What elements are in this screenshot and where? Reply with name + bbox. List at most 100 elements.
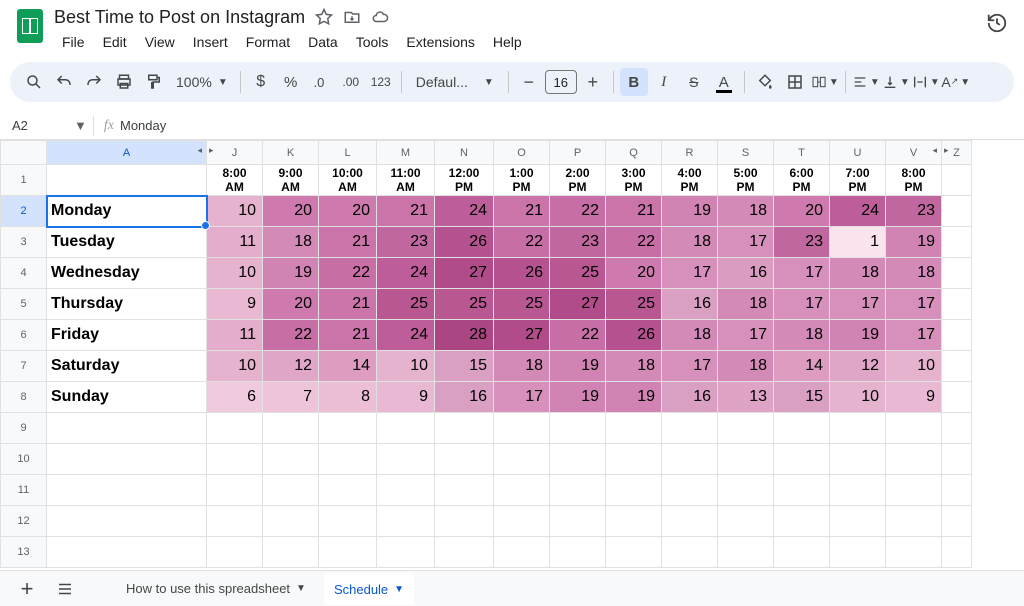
empty-cell[interactable] <box>662 506 718 537</box>
heatmap-cell[interactable]: 11 <box>207 227 263 258</box>
empty-cell[interactable] <box>886 413 942 444</box>
heatmap-cell[interactable]: 17 <box>830 289 886 320</box>
empty-cell[interactable] <box>47 537 207 568</box>
empty-cell[interactable] <box>718 475 774 506</box>
document-title[interactable]: Best Time to Post on Instagram <box>54 7 305 28</box>
day-cell[interactable]: Thursday <box>47 289 207 320</box>
empty-cell[interactable] <box>207 537 263 568</box>
col-header[interactable]: V◂ <box>886 141 942 165</box>
sheets-logo[interactable] <box>10 6 50 46</box>
menu-tools[interactable]: Tools <box>348 30 397 54</box>
heatmap-cell[interactable]: 19 <box>606 382 662 413</box>
undo-icon[interactable] <box>50 68 78 96</box>
empty-cell[interactable] <box>550 444 606 475</box>
sheet-tab-howto[interactable]: How to use this spreadsheet▼ <box>116 573 316 605</box>
print-icon[interactable] <box>110 68 138 96</box>
heatmap-cell[interactable]: 21 <box>377 196 435 227</box>
empty-cell[interactable] <box>662 537 718 568</box>
heatmap-cell[interactable]: 14 <box>774 351 830 382</box>
move-icon[interactable] <box>343 8 361 26</box>
heatmap-cell[interactable]: 23 <box>886 196 942 227</box>
heatmap-cell[interactable]: 15 <box>774 382 830 413</box>
empty-cell[interactable] <box>606 413 662 444</box>
heatmap-cell[interactable]: 17 <box>662 351 718 382</box>
name-box-dropdown[interactable]: ▼ <box>74 118 87 133</box>
heatmap-cell[interactable]: 24 <box>830 196 886 227</box>
heatmap-cell[interactable]: 23 <box>377 227 435 258</box>
v-align-button[interactable]: ▼ <box>882 68 910 96</box>
heatmap-cell[interactable]: 28 <box>435 320 494 351</box>
heatmap-cell[interactable]: 19 <box>550 351 606 382</box>
font-size-input[interactable]: 16 <box>545 70 577 94</box>
empty-cell[interactable] <box>606 444 662 475</box>
empty-cell[interactable] <box>435 444 494 475</box>
bold-button[interactable]: B <box>620 68 648 96</box>
empty-cell[interactable] <box>886 475 942 506</box>
heatmap-cell[interactable]: 18 <box>263 227 319 258</box>
heatmap-cell[interactable]: 16 <box>662 289 718 320</box>
empty-cell[interactable] <box>263 537 319 568</box>
time-header[interactable]: 8:00 PM <box>886 165 942 196</box>
col-header[interactable]: R <box>662 141 718 165</box>
menu-insert[interactable]: Insert <box>185 30 236 54</box>
heatmap-cell[interactable]: 22 <box>606 227 662 258</box>
borders-button[interactable] <box>781 68 809 96</box>
heatmap-cell[interactable]: 17 <box>886 320 942 351</box>
col-header[interactable]: Q <box>606 141 662 165</box>
menu-edit[interactable]: Edit <box>95 30 135 54</box>
heatmap-cell[interactable]: 21 <box>606 196 662 227</box>
empty-cell[interactable] <box>606 475 662 506</box>
heatmap-cell[interactable]: 17 <box>774 258 830 289</box>
time-header[interactable]: 1:00 PM <box>494 165 550 196</box>
row-header[interactable]: 8 <box>1 382 47 413</box>
row-header[interactable]: 7 <box>1 351 47 382</box>
empty-cell[interactable] <box>886 444 942 475</box>
empty-cell[interactable] <box>207 413 263 444</box>
time-header[interactable]: 2:00 PM <box>550 165 606 196</box>
heatmap-cell[interactable]: 18 <box>886 258 942 289</box>
time-header[interactable]: 9:00 AM <box>263 165 319 196</box>
heatmap-cell[interactable]: 24 <box>435 196 494 227</box>
all-sheets-button[interactable] <box>50 574 80 604</box>
heatmap-cell[interactable]: 14 <box>319 351 377 382</box>
empty-cell[interactable] <box>774 475 830 506</box>
heatmap-cell[interactable]: 18 <box>494 351 550 382</box>
empty-cell[interactable] <box>207 444 263 475</box>
row-header[interactable]: 12 <box>1 506 47 537</box>
cloud-icon[interactable] <box>371 8 389 26</box>
col-header[interactable]: T <box>774 141 830 165</box>
empty-cell[interactable] <box>435 413 494 444</box>
heatmap-cell[interactable]: 15 <box>435 351 494 382</box>
time-header[interactable]: 4:00 PM <box>662 165 718 196</box>
empty-cell[interactable] <box>319 475 377 506</box>
empty-cell[interactable] <box>774 413 830 444</box>
empty-cell[interactable] <box>47 444 207 475</box>
row-header[interactable]: 9 <box>1 413 47 444</box>
heatmap-cell[interactable]: 6 <box>207 382 263 413</box>
currency-icon[interactable]: $ <box>247 68 275 96</box>
col-header[interactable]: K <box>263 141 319 165</box>
empty-cell[interactable] <box>494 537 550 568</box>
heatmap-cell[interactable]: 22 <box>319 258 377 289</box>
empty-cell[interactable] <box>550 475 606 506</box>
empty-cell[interactable] <box>550 537 606 568</box>
empty-cell[interactable] <box>377 475 435 506</box>
heatmap-cell[interactable]: 24 <box>377 258 435 289</box>
wrap-button[interactable]: ▼ <box>912 68 940 96</box>
empty-cell[interactable] <box>377 506 435 537</box>
spreadsheet-grid[interactable]: A◂J▸KLMNOPQRSTUV◂Z▸18:00 AM9:00 AM10:00 … <box>0 140 1024 606</box>
name-box[interactable]: A2 <box>0 118 56 133</box>
heatmap-cell[interactable]: 25 <box>377 289 435 320</box>
empty-cell[interactable] <box>830 537 886 568</box>
increase-decimal-icon[interactable]: .00 <box>337 68 365 96</box>
heatmap-cell[interactable]: 18 <box>718 196 774 227</box>
heatmap-cell[interactable]: 17 <box>494 382 550 413</box>
empty-cell[interactable] <box>942 537 972 568</box>
menu-data[interactable]: Data <box>300 30 346 54</box>
empty-cell[interactable] <box>550 413 606 444</box>
empty-cell[interactable] <box>377 537 435 568</box>
redo-icon[interactable] <box>80 68 108 96</box>
rotate-button[interactable]: A↗▼ <box>942 68 970 96</box>
decrease-font-icon[interactable]: − <box>515 68 543 96</box>
font-select[interactable]: Defaul...▼ <box>408 74 502 90</box>
